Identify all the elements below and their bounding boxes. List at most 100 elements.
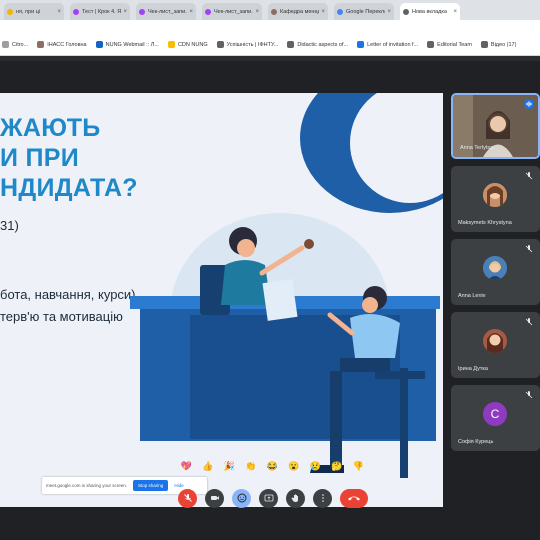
bookmark-icon bbox=[427, 41, 435, 48]
sharing-message: meet.google.com is sharing your screen. bbox=[46, 483, 128, 488]
participant-name: Софія Курець bbox=[458, 439, 494, 445]
more-vertical-icon bbox=[321, 494, 324, 502]
bookmark-label: Editorial Team bbox=[437, 41, 472, 48]
party-popper-icon[interactable]: 🎉 bbox=[223, 460, 236, 473]
tab-favicon-icon bbox=[337, 8, 343, 15]
mic-off-icon bbox=[525, 245, 533, 253]
thumbs-down-icon[interactable]: 👎 bbox=[352, 460, 365, 473]
bookmark-item[interactable]: Citro... bbox=[2, 41, 28, 48]
thinking-face-icon[interactable]: 🤔 bbox=[331, 460, 344, 473]
bookmarks-bar: Citro... ІНАСС Головна NUNG Webmail :: Л… bbox=[0, 34, 540, 56]
thumbs-up-icon[interactable]: 👍 bbox=[202, 460, 215, 473]
camera-toggle-button[interactable] bbox=[205, 488, 224, 508]
tab-favicon-icon bbox=[73, 8, 79, 15]
tab-title: ня, при ці bbox=[16, 8, 41, 15]
participant-name: Ірина Дутка bbox=[458, 366, 488, 372]
bookmark-label: CDN NUNG bbox=[177, 41, 208, 48]
present-screen-button[interactable] bbox=[259, 488, 278, 508]
bookmark-icon bbox=[480, 41, 488, 48]
tab-favicon-icon bbox=[205, 8, 211, 15]
close-icon[interactable]: × bbox=[189, 9, 193, 15]
mic-off-icon bbox=[525, 391, 533, 399]
speaking-indicator-icon bbox=[524, 99, 534, 109]
bookmark-label: Відео (17) bbox=[490, 41, 517, 48]
meeting-top-strip bbox=[0, 56, 540, 61]
tab-title: Нова вкладка bbox=[412, 8, 447, 15]
end-call-button[interactable] bbox=[340, 488, 368, 508]
tab-title: Чек-лист_запи... bbox=[148, 8, 188, 15]
browser-tab[interactable]: Чек-лист_запи... × bbox=[136, 3, 196, 20]
tab-title: Чек-лист_запи... bbox=[214, 8, 254, 15]
reactions-bar: 💖 👍 🎉 👏 😂 😮 😢 🤔 👎 bbox=[180, 458, 365, 474]
avatar: С bbox=[483, 402, 507, 426]
bookmark-item[interactable]: Letter of invitation f... bbox=[357, 41, 418, 48]
tab-title: Кафедра менедж... bbox=[280, 8, 320, 15]
bookmark-item[interactable]: CDN NUNG bbox=[167, 41, 208, 48]
tab-title: Тест | Крок 4. Я... bbox=[82, 8, 122, 15]
bookmark-item[interactable]: Відео (17) bbox=[480, 41, 517, 48]
bookmark-item[interactable]: NUNG Webmail :: Л... bbox=[95, 41, 159, 48]
bookmark-item[interactable]: Успішність | ІФНТУ... bbox=[216, 41, 279, 48]
camera-icon bbox=[210, 496, 219, 500]
participant-tile[interactable]: Ірина Дутка bbox=[451, 312, 540, 378]
hand-icon bbox=[291, 494, 298, 502]
close-icon[interactable]: × bbox=[255, 9, 259, 15]
close-icon[interactable]: × bbox=[321, 9, 325, 15]
bookmark-label: Letter of invitation f... bbox=[367, 41, 419, 48]
meeting-area: ЖАЮТЬ И ПРИ НДИДАТА? 31) бота, навчання,… bbox=[0, 56, 540, 540]
browser-tab[interactable]: Тест | Крок 4. Я... × bbox=[70, 3, 130, 20]
avatar bbox=[483, 329, 507, 353]
browser-tab-strip: ня, при ці × Тест | Крок 4. Я... × Чек-лис… bbox=[0, 0, 540, 20]
avatar bbox=[483, 183, 507, 207]
bookmark-label: NUNG Webmail :: Л... bbox=[105, 41, 159, 48]
surprised-face-icon[interactable]: 😮 bbox=[288, 460, 301, 473]
bookmark-label: ІНАСС Головна bbox=[47, 41, 87, 48]
participant-tile[interactable]: Maksymets Khrystyna bbox=[451, 166, 540, 232]
bookmark-item[interactable]: Editorial Team bbox=[427, 41, 472, 48]
smiley-icon bbox=[237, 493, 246, 503]
participant-tile[interactable]: Anna Leniv bbox=[451, 239, 540, 305]
interview-illustration bbox=[130, 227, 440, 478]
browser-tab[interactable]: ня, при ці × bbox=[4, 3, 64, 20]
bookmark-item[interactable]: Didactic aspects of... bbox=[287, 41, 348, 48]
meeting-controls bbox=[178, 487, 368, 509]
mic-toggle-button[interactable] bbox=[178, 488, 197, 508]
mic-off-icon bbox=[525, 318, 533, 326]
hang-up-icon bbox=[348, 496, 360, 501]
participant-name: Anna Terlytsa bbox=[460, 145, 494, 151]
tab-favicon-icon bbox=[139, 8, 145, 15]
laughing-face-icon[interactable]: 😂 bbox=[266, 460, 279, 473]
bookmark-label: Citro... bbox=[12, 41, 29, 48]
bookmark-icon bbox=[2, 41, 9, 48]
mic-off-icon bbox=[525, 172, 533, 180]
close-icon[interactable]: × bbox=[57, 9, 61, 15]
bookmark-icon bbox=[287, 41, 295, 48]
crying-face-icon[interactable]: 😢 bbox=[309, 460, 322, 473]
bookmark-icon bbox=[95, 41, 103, 48]
browser-tab[interactable]: Кафедра менедж...× bbox=[268, 3, 328, 20]
shared-screen-slide: ЖАЮТЬ И ПРИ НДИДАТА? 31) бота, навчання,… bbox=[0, 93, 443, 507]
bookmark-icon bbox=[357, 41, 365, 48]
present-screen-icon bbox=[264, 494, 273, 502]
browser-tab[interactable]: Google Переклад...× bbox=[334, 3, 394, 20]
sparkling-heart-icon[interactable]: 💖 bbox=[180, 460, 193, 473]
emoji-reactions-button[interactable] bbox=[232, 488, 251, 508]
bookmark-label: Didactic aspects of... bbox=[297, 41, 349, 48]
bookmark-icon bbox=[37, 41, 45, 48]
more-options-button[interactable] bbox=[313, 488, 332, 508]
close-icon[interactable]: × bbox=[123, 9, 127, 15]
browser-tab-active[interactable]: Нова вкладка × bbox=[400, 3, 460, 20]
browser-tab[interactable]: Чек-лист_запи... × bbox=[202, 3, 262, 20]
close-icon[interactable]: × bbox=[387, 9, 391, 15]
bookmark-label: Успішність | ІФНТУ... bbox=[226, 41, 279, 48]
tab-favicon-icon bbox=[271, 8, 277, 15]
stop-sharing-button[interactable]: Stop sharing bbox=[133, 480, 169, 491]
clapping-hands-icon[interactable]: 👏 bbox=[245, 460, 258, 473]
tab-favicon-icon bbox=[403, 8, 409, 15]
raise-hand-button[interactable] bbox=[286, 488, 305, 508]
participant-tile[interactable]: Anna Terlytsa bbox=[451, 93, 540, 159]
avatar bbox=[483, 256, 507, 280]
participant-tile[interactable]: С Софія Курець bbox=[451, 385, 540, 451]
bookmark-item[interactable]: ІНАСС Головна bbox=[37, 41, 87, 48]
close-icon[interactable]: × bbox=[453, 9, 457, 15]
